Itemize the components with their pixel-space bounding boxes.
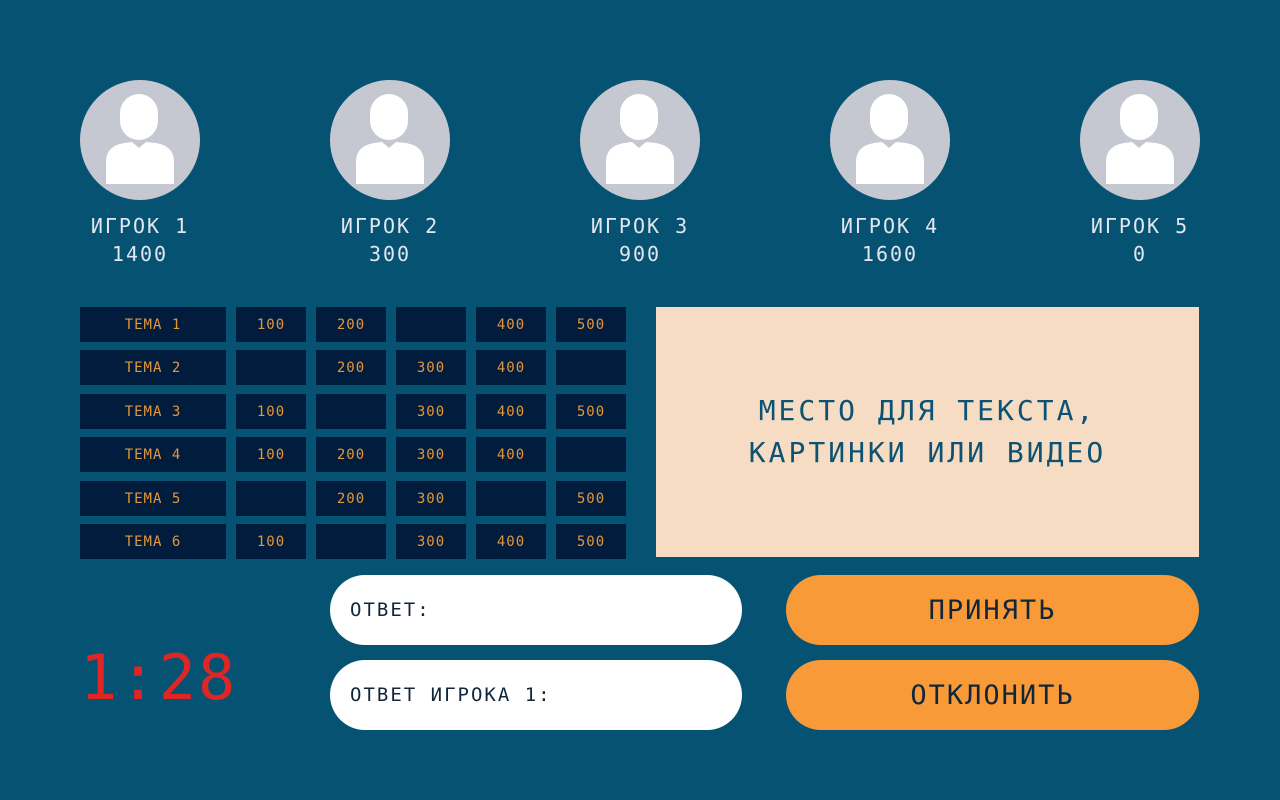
user-icon	[606, 94, 674, 184]
question-cell[interactable]: 200	[316, 350, 386, 385]
player-5: ИГРОК 5 0	[1060, 80, 1220, 266]
player-3: ИГРОК 3 900	[560, 80, 720, 266]
board-row: ТЕМА 3 100 300 400 500	[80, 394, 626, 429]
player-name: ИГРОК 5	[1090, 214, 1190, 238]
question-cell[interactable]: 300	[396, 350, 466, 385]
player-name: ИГРОК 2	[340, 214, 440, 238]
board-row: ТЕМА 4 100 200 300 400	[80, 437, 626, 472]
question-cell[interactable]: 500	[556, 481, 626, 516]
question-cell[interactable]: 200	[316, 437, 386, 472]
player-score: 1400	[111, 242, 169, 266]
question-cell[interactable]	[236, 481, 306, 516]
question-cell[interactable]: 300	[396, 394, 466, 429]
player-name: ИГРОК 1	[90, 214, 190, 238]
theme-cell: ТЕМА 5	[80, 481, 226, 516]
board-row: ТЕМА 2 200 300 400	[80, 350, 626, 385]
question-cell[interactable]: 400	[476, 437, 546, 472]
player-answer-field-label: ОТВЕТ ИГРОКА 1:	[350, 684, 552, 706]
player-name: ИГРОК 4	[840, 214, 940, 238]
avatar	[830, 80, 950, 200]
accept-button[interactable]: ПРИНЯТЬ	[786, 575, 1199, 645]
player-score: 900	[618, 242, 662, 266]
user-icon	[1106, 94, 1174, 184]
board-row: ТЕМА 6 100 300 400 500	[80, 524, 626, 559]
question-cell[interactable]: 100	[236, 307, 306, 342]
question-cell[interactable]: 400	[476, 524, 546, 559]
theme-cell: ТЕМА 3	[80, 394, 226, 429]
media-placeholder: МЕСТО ДЛЯ ТЕКСТА, КАРТИНКИ ИЛИ ВИДЕО	[656, 307, 1199, 557]
avatar	[330, 80, 450, 200]
user-icon	[106, 94, 174, 184]
timer: 1:28	[80, 641, 238, 714]
player-name: ИГРОК 3	[590, 214, 690, 238]
question-cell[interactable]	[316, 524, 386, 559]
question-cell[interactable]	[396, 307, 466, 342]
question-cell[interactable]: 200	[316, 481, 386, 516]
theme-cell: ТЕМА 2	[80, 350, 226, 385]
answer-field[interactable]: ОТВЕТ:	[330, 575, 742, 645]
player-score: 300	[368, 242, 412, 266]
board-row: ТЕМА 5 200 300 500	[80, 481, 626, 516]
question-cell[interactable]	[556, 437, 626, 472]
question-cell[interactable]	[316, 394, 386, 429]
media-placeholder-text: МЕСТО ДЛЯ ТЕКСТА, КАРТИНКИ ИЛИ ВИДЕО	[748, 394, 1107, 469]
avatar	[80, 80, 200, 200]
question-cell[interactable]	[556, 350, 626, 385]
player-4: ИГРОК 4 1600	[810, 80, 970, 266]
question-cell[interactable]: 500	[556, 524, 626, 559]
player-answer-field[interactable]: ОТВЕТ ИГРОКА 1:	[330, 660, 742, 730]
answer-field-label: ОТВЕТ:	[350, 599, 431, 621]
player-score: 1600	[861, 242, 919, 266]
question-cell[interactable]: 100	[236, 524, 306, 559]
question-cell[interactable]: 200	[316, 307, 386, 342]
question-cell[interactable]	[476, 481, 546, 516]
reject-button[interactable]: ОТКЛОНИТЬ	[786, 660, 1199, 730]
board-row: ТЕМА 1 100 200 400 500	[80, 307, 626, 342]
question-cell[interactable]: 500	[556, 394, 626, 429]
theme-cell: ТЕМА 1	[80, 307, 226, 342]
question-cell[interactable]	[236, 350, 306, 385]
avatar	[580, 80, 700, 200]
question-cell[interactable]: 300	[396, 524, 466, 559]
question-cell[interactable]: 300	[396, 437, 466, 472]
question-cell[interactable]: 500	[556, 307, 626, 342]
user-icon	[356, 94, 424, 184]
question-cell[interactable]: 400	[476, 394, 546, 429]
player-2: ИГРОК 2 300	[310, 80, 470, 266]
question-cell[interactable]: 100	[236, 437, 306, 472]
question-cell[interactable]: 300	[396, 481, 466, 516]
theme-cell: ТЕМА 4	[80, 437, 226, 472]
question-cell[interactable]: 400	[476, 307, 546, 342]
player-score: 0	[1132, 242, 1148, 266]
player-1: ИГРОК 1 1400	[60, 80, 220, 266]
question-cell[interactable]: 400	[476, 350, 546, 385]
avatar	[1080, 80, 1200, 200]
theme-cell: ТЕМА 6	[80, 524, 226, 559]
question-cell[interactable]: 100	[236, 394, 306, 429]
user-icon	[856, 94, 924, 184]
